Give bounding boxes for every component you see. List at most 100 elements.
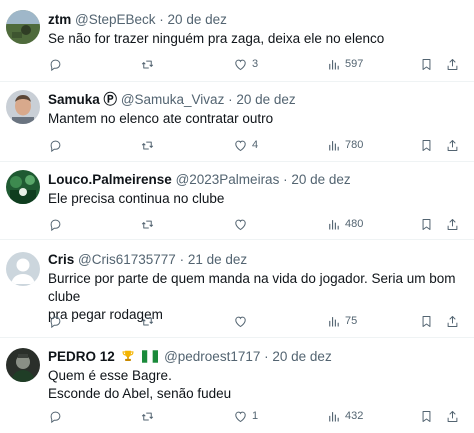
reply-button[interactable] — [48, 136, 67, 154]
user-handle[interactable]: @pedroest1717 — [164, 349, 260, 364]
tweet-date[interactable]: 20 de dez — [168, 12, 227, 27]
share-button[interactable] — [445, 215, 460, 233]
share-icon — [447, 58, 458, 70]
bookmark-button[interactable] — [419, 407, 434, 425]
tweet-actions: 3 597 — [48, 55, 468, 73]
tweet[interactable]: ztm @StepEBeck · 20 de dez Se não for tr… — [0, 0, 474, 82]
like-button[interactable] — [233, 215, 252, 233]
share-button[interactable] — [445, 136, 460, 154]
like-icon — [235, 219, 246, 230]
tweet-header: PEDRO 12 @pedroest1717 · 20 de dez — [48, 349, 332, 365]
views-icon — [329, 140, 339, 150]
views-icon — [329, 316, 339, 326]
like-count: 1 — [252, 410, 259, 422]
display-name[interactable]: Louco.Palmeirense — [48, 172, 172, 187]
display-name[interactable]: ztm — [48, 12, 71, 27]
bookmark-button[interactable] — [419, 55, 434, 73]
retweet-button[interactable] — [140, 407, 159, 425]
view-count: 597 — [345, 58, 364, 70]
share-button[interactable] — [445, 407, 460, 425]
view-count: 432 — [345, 410, 364, 422]
like-icon — [235, 316, 246, 327]
tweet-date[interactable]: 20 de dez — [272, 349, 331, 364]
share-icon — [447, 315, 458, 327]
reply-icon — [50, 411, 61, 423]
like-button[interactable] — [233, 312, 252, 330]
bookmark-button[interactable] — [419, 312, 434, 330]
share-icon — [447, 139, 458, 151]
tweet[interactable]: PEDRO 12 @pedroest1717 · 20 de dez Quem … — [0, 338, 474, 433]
reply-icon — [50, 219, 61, 231]
display-name[interactable]: PEDRO 12 — [48, 349, 115, 364]
views-icon — [329, 219, 339, 229]
tweet-actions: 4 780 — [48, 136, 468, 154]
retweet-icon — [141, 412, 154, 420]
share-icon — [447, 410, 458, 422]
reply-icon — [50, 140, 61, 152]
tweet-text: Se não for trazer ninguém pra zaga, deix… — [48, 31, 385, 46]
view-count: 480 — [345, 218, 364, 230]
like-count: 4 — [252, 139, 259, 151]
view-count: 780 — [345, 139, 364, 151]
bookmark-icon — [422, 218, 431, 230]
reply-button[interactable] — [48, 407, 67, 425]
display-name[interactable]: Samuka — [48, 92, 100, 107]
like-count: 3 — [252, 58, 259, 70]
tweet-actions: 75 — [48, 312, 468, 330]
view-count: 75 — [345, 315, 358, 327]
retweet-button[interactable] — [140, 312, 159, 330]
tweet-text: Quem é esse Bagre. Esconde do Abel, senã… — [48, 368, 232, 401]
views-button[interactable]: 597 — [326, 55, 363, 73]
separator: · — [159, 12, 164, 27]
like-button[interactable]: 3 — [233, 55, 258, 73]
share-icon — [447, 218, 458, 230]
bookmark-icon — [422, 410, 431, 422]
avatar[interactable] — [6, 170, 40, 204]
name-badge: Ⓟ — [103, 92, 118, 107]
like-button[interactable]: 1 — [233, 407, 258, 425]
tweet-header: Cris @Cris61735777 · 21 de dez — [48, 252, 247, 268]
views-button[interactable]: 780 — [326, 136, 363, 154]
views-icon — [329, 411, 339, 421]
reply-icon — [50, 316, 61, 328]
tweet-date[interactable]: 20 de dez — [291, 172, 350, 187]
avatar[interactable] — [6, 10, 40, 44]
reply-button[interactable] — [48, 312, 67, 330]
tweet[interactable]: Cris @Cris61735777 · 21 de dez Burrice p… — [0, 240, 474, 338]
reply-button[interactable] — [48, 215, 67, 233]
views-button[interactable]: 75 — [326, 312, 357, 330]
tweet-date[interactable]: 20 de dez — [236, 92, 295, 107]
avatar[interactable] — [6, 348, 40, 382]
tweet-date[interactable]: 21 de dez — [188, 252, 247, 267]
replies-feed: ztm @StepEBeck · 20 de dez Se não for tr… — [0, 0, 474, 433]
nigeria-flag-icon — [142, 350, 159, 363]
user-handle[interactable]: @Cris61735777 — [78, 252, 176, 267]
tweet-header: Louco.Palmeirense @2023Palmeiras · 20 de… — [48, 172, 351, 188]
retweet-button[interactable] — [140, 215, 159, 233]
share-button[interactable] — [445, 55, 460, 73]
avatar[interactable] — [6, 90, 40, 124]
user-handle[interactable]: @Samuka_Vivaz — [121, 92, 225, 107]
views-button[interactable]: 480 — [326, 215, 363, 233]
user-handle[interactable]: @2023Palmeiras — [176, 172, 280, 187]
retweet-icon — [141, 60, 154, 68]
separator: · — [283, 172, 288, 187]
bookmark-button[interactable] — [419, 136, 434, 154]
bookmark-button[interactable] — [419, 215, 434, 233]
tweet[interactable]: Louco.Palmeirense @2023Palmeiras · 20 de… — [0, 162, 474, 240]
views-button[interactable]: 432 — [326, 407, 363, 425]
bookmark-icon — [422, 58, 431, 70]
retweet-icon — [141, 220, 154, 228]
retweet-button[interactable] — [140, 55, 159, 73]
avatar[interactable] — [6, 252, 40, 286]
tweet[interactable]: Samuka Ⓟ @Samuka_Vivaz · 20 de dez Mante… — [0, 82, 474, 162]
tweet-header: Samuka Ⓟ @Samuka_Vivaz · 20 de dez — [48, 92, 296, 108]
retweet-button[interactable] — [140, 136, 159, 154]
share-button[interactable] — [445, 312, 460, 330]
user-handle[interactable]: @StepEBeck — [75, 12, 156, 27]
display-name[interactable]: Cris — [48, 252, 74, 267]
like-button[interactable]: 4 — [233, 136, 258, 154]
reply-icon — [50, 59, 61, 71]
reply-button[interactable] — [48, 55, 67, 73]
like-icon — [235, 411, 246, 422]
